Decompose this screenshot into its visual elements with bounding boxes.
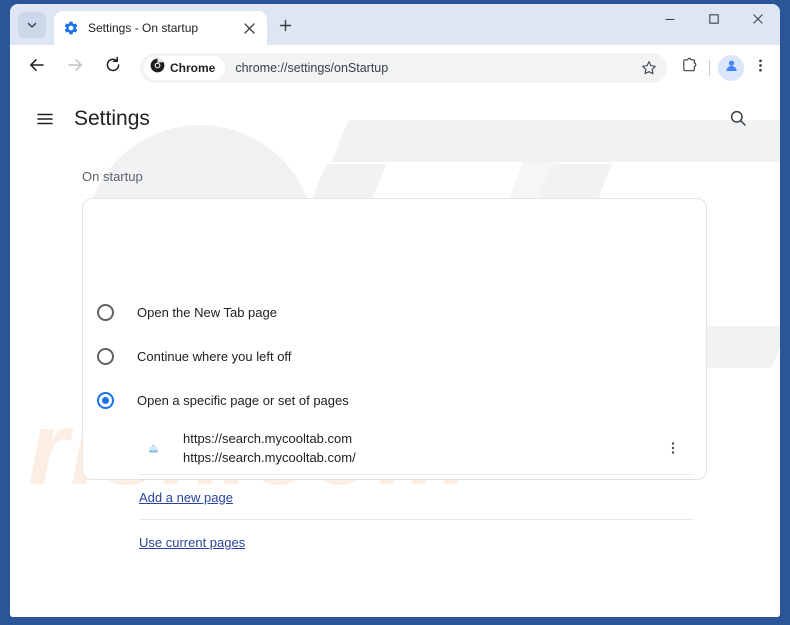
use-current-pages-link[interactable]: Use current pages [139,535,245,550]
tab-settings[interactable]: Settings - On startup [54,11,267,45]
window-close-button[interactable] [736,4,780,37]
arrow-right-icon [66,56,84,79]
card-divider [139,519,694,520]
startup-page-row[interactable]: https://search.mycooltab.com https://sea… [83,421,706,475]
extensions-button[interactable] [675,54,703,82]
three-dots-vertical-icon [671,442,675,454]
bookmark-star-icon[interactable] [637,56,661,80]
startup-option-label: Open a specific page or set of pages [137,392,349,408]
window-maximize-button[interactable] [692,4,736,37]
chrome-chip: Chrome [144,55,226,80]
new-tab-button[interactable] [272,16,298,40]
close-icon [752,12,764,30]
page-title: Settings [74,107,150,130]
startup-page-menu-button[interactable] [660,435,686,461]
reload-icon [104,56,122,79]
radio-button-checked-icon[interactable] [97,391,114,409]
forward-button[interactable] [60,53,90,83]
settings-page: risk.com Settings On startup [10,90,780,617]
minimize-icon [664,12,676,30]
address-bar-actions [637,53,661,83]
startup-settings-card: Open the New Tab page Continue where you… [82,198,707,550]
toolbar-divider [709,59,710,76]
startup-page-list: https://search.mycooltab.com https://sea… [83,421,706,475]
section-label: On startup [82,169,143,184]
arrow-left-icon [28,56,46,79]
startup-option-new-tab[interactable]: Open the New Tab page [97,297,277,327]
settings-gear-icon [63,20,79,36]
chrome-logo-icon [150,58,165,78]
puzzle-piece-icon [681,57,698,79]
close-icon[interactable] [240,19,258,37]
window-minimize-button[interactable] [648,4,692,37]
settings-search-icon[interactable] [722,102,754,134]
maximize-icon [708,12,720,30]
radio-button-unchecked-icon[interactable] [97,347,114,365]
settings-header: Settings [10,90,780,148]
startup-option-label: Open the New Tab page [137,304,277,320]
startup-page-url: https://search.mycooltab.com/ [183,450,356,465]
chrome-chip-label: Chrome [170,60,216,75]
browser-menu-button[interactable] [746,54,774,82]
card-divider [139,474,694,475]
back-button[interactable] [22,53,52,83]
profile-avatar[interactable] [718,54,744,81]
tab-title: Settings - On startup [88,21,199,35]
startup-page-texts: https://search.mycooltab.com https://sea… [183,429,660,467]
hamburger-menu-icon[interactable] [30,104,60,134]
tab-strip: Settings - On startup [10,4,780,45]
address-bar-url: chrome://settings/onStartup [235,60,389,75]
startup-page-title: https://search.mycooltab.com [183,431,353,446]
add-new-page-link[interactable]: Add a new page [139,490,233,505]
browser-window-frame: Settings - On startup Chrome chrome://se… [0,0,790,625]
startup-option-continue[interactable]: Continue where you left off [97,341,291,371]
browser-toolbar: Chrome chrome://settings/onStartup [10,45,780,90]
person-icon [724,58,739,78]
startup-option-specific-page[interactable]: Open a specific page or set of pages [97,385,349,415]
three-dots-vertical-icon [753,58,768,78]
address-bar[interactable]: Chrome chrome://settings/onStartup [140,52,667,83]
startup-option-label: Continue where you left off [137,348,292,364]
tab-search-button[interactable] [18,12,46,38]
chrome-window: Settings - On startup Chrome chrome://se… [10,4,780,617]
plus-icon [279,19,292,37]
chevron-down-icon [26,19,38,31]
site-favicon-icon [145,440,161,456]
radio-button-unchecked-icon[interactable] [97,303,114,321]
reload-button[interactable] [98,53,128,83]
